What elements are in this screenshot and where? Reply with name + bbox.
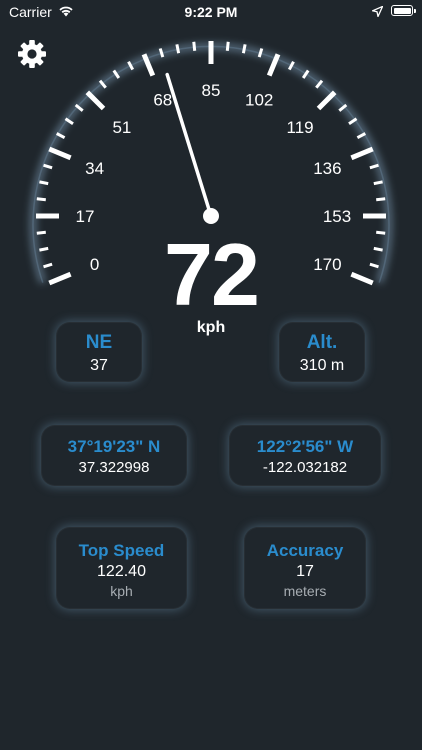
- gauge-minor-tick: [175, 44, 181, 54]
- gauge-major-tick: [350, 146, 374, 161]
- accuracy-value: 17: [296, 563, 314, 580]
- gauge-tick-label: 119: [287, 118, 314, 137]
- gauge-tick-label: 17: [76, 207, 95, 226]
- heading-card[interactable]: NE 37: [56, 322, 142, 382]
- gauge-major-tick: [48, 146, 72, 161]
- top-speed-unit: kph: [110, 583, 133, 599]
- gauge-tick-label: 34: [85, 159, 104, 178]
- gauge-tick-label: 68: [153, 91, 172, 110]
- accuracy-card[interactable]: Accuracy 17 meters: [244, 527, 366, 609]
- heading-value: 37: [90, 357, 108, 374]
- altitude-value: 310 m: [299, 357, 345, 374]
- gauge-minor-tick: [192, 41, 197, 51]
- gauge-tick-label: 85: [202, 81, 221, 100]
- gauge-tick-label: 136: [313, 159, 341, 178]
- gauge-major-tick: [316, 90, 337, 111]
- top-speed-value: 122.40: [97, 563, 146, 580]
- gauge-minor-tick: [241, 44, 247, 54]
- gauge-minor-tick: [373, 180, 383, 186]
- longitude-decimal: -122.032182: [262, 459, 348, 476]
- accuracy-unit: meters: [283, 583, 327, 599]
- top-speed-title: Top Speed: [78, 541, 165, 560]
- longitude-card[interactable]: 122°2'56" W -122.032182: [229, 425, 381, 486]
- gauge-tick-label: 153: [323, 207, 351, 226]
- top-speed-card[interactable]: Top Speed 122.40 kph: [56, 527, 187, 609]
- heading-title: NE: [85, 332, 113, 353]
- gauge-minor-tick: [225, 41, 230, 51]
- gauge-tick-label: 51: [112, 118, 131, 137]
- latitude-decimal: 37.322998: [78, 459, 150, 476]
- altitude-title: Alt.: [306, 332, 338, 353]
- current-speed: 72: [164, 225, 260, 324]
- gauge-tick-label: 102: [245, 91, 273, 110]
- gauge-minor-tick: [39, 180, 49, 186]
- latitude-card[interactable]: 37°19'23" N 37.322998: [41, 425, 187, 486]
- gauge-hub: [203, 208, 219, 224]
- altitude-card[interactable]: Alt. 310 m: [279, 322, 365, 382]
- latitude-dms: 37°19'23" N: [67, 437, 161, 456]
- longitude-dms: 122°2'56" W: [256, 437, 354, 456]
- gauge-minor-tick: [376, 197, 386, 202]
- accuracy-title: Accuracy: [266, 541, 344, 560]
- gauge-minor-tick: [36, 197, 46, 202]
- gauge-major-tick: [85, 90, 106, 111]
